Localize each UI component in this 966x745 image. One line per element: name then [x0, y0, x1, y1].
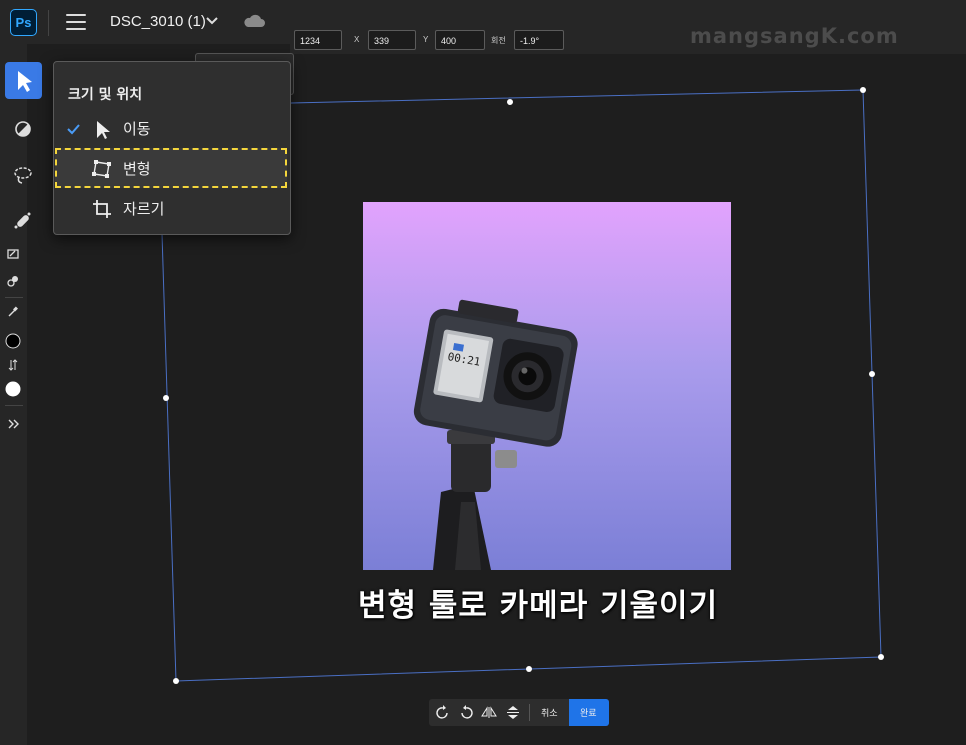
transform-handle[interactable] — [173, 678, 179, 684]
menu-item-label: 자르기 — [123, 200, 165, 218]
action-camera-illustration: 00:21 — [413, 299, 578, 570]
menu-item-crop[interactable]: 자르기 — [54, 189, 290, 227]
divider — [529, 704, 530, 721]
transform-handle[interactable] — [878, 654, 884, 660]
transform-handle[interactable] — [869, 371, 875, 377]
transform-handle[interactable] — [507, 99, 513, 105]
menu-item-label: 이동 — [123, 120, 151, 138]
transform-icon — [92, 160, 111, 178]
flip-vertical-icon[interactable] — [505, 699, 521, 726]
menu-heading: 크기 및 위치 — [68, 87, 143, 103]
menu-item-move[interactable]: 이동 — [54, 109, 290, 147]
menu-item-transform[interactable]: 변형 — [54, 149, 290, 187]
arrow-cursor-icon — [97, 121, 110, 139]
check-icon — [67, 124, 80, 135]
cancel-button[interactable]: 취소 — [541, 706, 558, 719]
rotate-left-icon[interactable] — [435, 699, 451, 726]
menu-item-label: 변형 — [123, 160, 151, 178]
caption-text: 변형 툴로 카메라 기울이기 — [358, 588, 719, 624]
done-button-label: 완료 — [580, 709, 597, 719]
transform-handle[interactable] — [163, 395, 169, 401]
transform-handle[interactable] — [860, 87, 866, 93]
canvas-image[interactable]: 00:21 — [363, 202, 731, 570]
done-button[interactable]: 완료 — [569, 699, 609, 726]
flip-horizontal-icon[interactable] — [481, 699, 497, 726]
transform-menu: 크기 및 위치 이동 변형 자르기 — [53, 61, 291, 235]
crop-icon — [93, 200, 111, 218]
transform-handle[interactable] — [526, 666, 532, 672]
rotate-right-icon[interactable] — [458, 699, 474, 726]
transform-action-bar: 취소 완료 — [429, 699, 609, 726]
